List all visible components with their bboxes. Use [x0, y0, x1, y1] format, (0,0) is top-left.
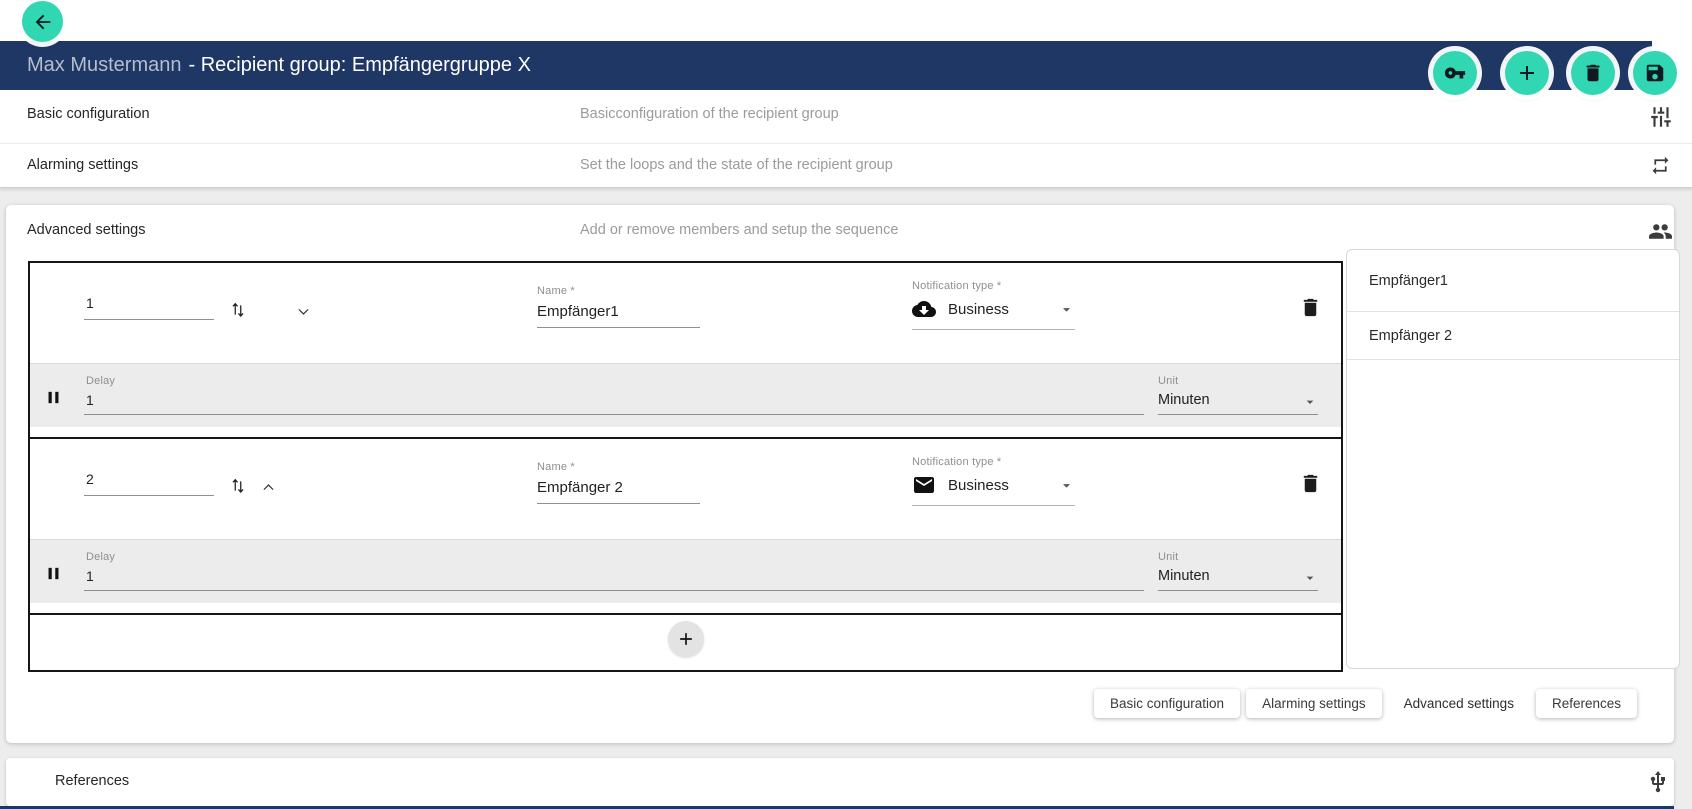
name-label: Name *: [537, 285, 700, 297]
tune-sliders-icon: [1648, 104, 1674, 130]
references-section-card[interactable]: References: [6, 758, 1674, 806]
dropdown-arrow-icon: [1302, 570, 1318, 586]
tab-basic-configuration[interactable]: Basic configuration: [1094, 689, 1240, 718]
basic-configuration-description: Basicconfiguration of the recipient grou…: [580, 106, 839, 122]
dropdown-arrow-icon: [1058, 301, 1075, 318]
delete-member-button[interactable]: [1297, 296, 1323, 322]
cloud-download-icon: [912, 297, 936, 321]
delete-group-button[interactable]: [1571, 51, 1615, 95]
order-value: 2: [86, 471, 94, 487]
tab-alarming-settings[interactable]: Alarming settings: [1246, 689, 1382, 718]
notification-type-value: Business: [948, 301, 1009, 318]
order-input-1[interactable]: 1: [84, 295, 214, 320]
notification-type-field-2: Notification type * Business: [912, 456, 1075, 506]
notification-type-field-1: Notification type * Business: [912, 280, 1075, 330]
unit-value: Minuten: [1158, 392, 1210, 408]
top-section-card: Max Mustermann - Recipient group: Empfän…: [0, 0, 1692, 188]
name-field-1[interactable]: Name * Empfänger1: [537, 285, 700, 328]
advanced-settings-label: Advanced settings: [27, 222, 146, 238]
member-list-item[interactable]: Empfänger 2: [1347, 312, 1679, 360]
member-row-1: 1 Name * Empfänger1 Notification type *: [30, 263, 1341, 363]
delay-row-1: Delay 1 Unit Minuten: [30, 363, 1341, 427]
member-row-2: 2 Name * Empfänger 2 Notification type *: [30, 439, 1341, 539]
trash-icon: [1582, 62, 1604, 84]
member-separator: [30, 603, 1341, 615]
order-value: 1: [86, 295, 94, 311]
section-row-alarming-settings[interactable]: Alarming settings Set the loops and the …: [0, 144, 1692, 188]
back-button[interactable]: [22, 1, 63, 42]
usb-icon: [1646, 770, 1670, 794]
alarming-settings-description: Set the loops and the state of the recip…: [580, 157, 893, 173]
notification-type-select[interactable]: Business: [912, 297, 1075, 321]
tab-advanced-settings[interactable]: Advanced settings: [1388, 689, 1530, 718]
unit-select[interactable]: Minuten: [1158, 390, 1318, 410]
notification-type-value: Business: [948, 477, 1009, 494]
delay-input-2[interactable]: Delay 1: [84, 551, 1144, 591]
name-field-2[interactable]: Name * Empfänger 2: [537, 461, 700, 504]
dropdown-arrow-icon: [1058, 477, 1075, 494]
chevron-up-icon[interactable]: [260, 479, 277, 496]
delete-member-button[interactable]: [1297, 472, 1323, 498]
unit-field-1: Unit Minuten: [1158, 375, 1318, 415]
delay-value[interactable]: 1: [86, 568, 1142, 584]
save-icon: [1644, 62, 1666, 84]
references-label: References: [55, 773, 129, 789]
unit-field-2: Unit Minuten: [1158, 551, 1318, 591]
unit-label: Unit: [1158, 551, 1318, 563]
unit-label: Unit: [1158, 375, 1318, 387]
member-separator: [30, 427, 1341, 439]
name-input[interactable]: Empfänger1: [537, 303, 700, 320]
section-row-basic-configuration[interactable]: Basic configuration Basicconfiguration o…: [0, 90, 1692, 144]
plus-icon: [676, 629, 696, 649]
member-list-item[interactable]: Empfänger1: [1347, 250, 1679, 312]
members-list-panel: Empfänger1 Empfänger 2: [1346, 249, 1680, 669]
delay-row-2: Delay 1 Unit Minuten: [30, 539, 1341, 603]
dropdown-arrow-icon: [1302, 394, 1318, 410]
notification-type-label: Notification type *: [912, 456, 1075, 468]
unit-select[interactable]: Minuten: [1158, 566, 1318, 586]
plus-icon: [1515, 61, 1539, 85]
delay-value[interactable]: 1: [86, 392, 1142, 408]
page-title: - Recipient group: Empfängergruppe X: [189, 54, 531, 77]
delay-label: Delay: [86, 551, 1142, 563]
delay-input-1[interactable]: Delay 1: [84, 375, 1144, 415]
add-member-button[interactable]: [668, 621, 704, 657]
trash-icon: [1299, 296, 1322, 319]
title-bar: Max Mustermann - Recipient group: Empfän…: [0, 41, 1652, 90]
notification-type-select[interactable]: Business: [912, 473, 1075, 497]
order-input-2[interactable]: 2: [84, 471, 214, 496]
advanced-settings-card: Advanced settings Add or remove members …: [6, 205, 1674, 743]
key-icon: [1444, 62, 1466, 84]
trash-icon: [1299, 472, 1322, 495]
section-nav-tabs: Basic configuration Alarming settings Ad…: [1094, 689, 1637, 718]
add-button[interactable]: [1505, 51, 1549, 95]
save-button[interactable]: [1633, 51, 1677, 95]
section-row-advanced-settings[interactable]: Advanced settings Add or remove members …: [6, 205, 1674, 255]
member-list-item-label: Empfänger1: [1369, 273, 1448, 289]
delay-label: Delay: [86, 375, 1142, 387]
advanced-settings-description: Add or remove members and setup the sequ…: [580, 222, 898, 238]
swap-vert-icon[interactable]: [227, 299, 249, 321]
pause-icon: [45, 565, 62, 582]
repeat-loop-icon: [1650, 155, 1671, 176]
swap-vert-icon[interactable]: [227, 475, 249, 497]
group-people-icon: [1648, 219, 1673, 244]
header-user-name: Max Mustermann: [27, 54, 182, 77]
chevron-down-icon[interactable]: [295, 303, 312, 320]
unit-value: Minuten: [1158, 568, 1210, 584]
notification-type-label: Notification type *: [912, 280, 1075, 292]
permissions-button[interactable]: [1433, 51, 1477, 95]
member-list-item-label: Empfänger 2: [1369, 328, 1452, 344]
name-input[interactable]: Empfänger 2: [537, 479, 700, 496]
pause-icon: [45, 389, 62, 406]
recipient-group-page: Max Mustermann - Recipient group: Empfän…: [0, 0, 1692, 809]
add-member-row: [30, 615, 1341, 662]
alarming-settings-label: Alarming settings: [27, 157, 138, 173]
sequence-editor: 1 Name * Empfänger1 Notification type *: [28, 261, 1343, 672]
back-arrow-icon: [32, 11, 54, 33]
name-label: Name *: [537, 461, 700, 473]
basic-configuration-label: Basic configuration: [27, 106, 150, 122]
tab-references[interactable]: References: [1536, 689, 1637, 718]
email-icon: [912, 473, 936, 497]
